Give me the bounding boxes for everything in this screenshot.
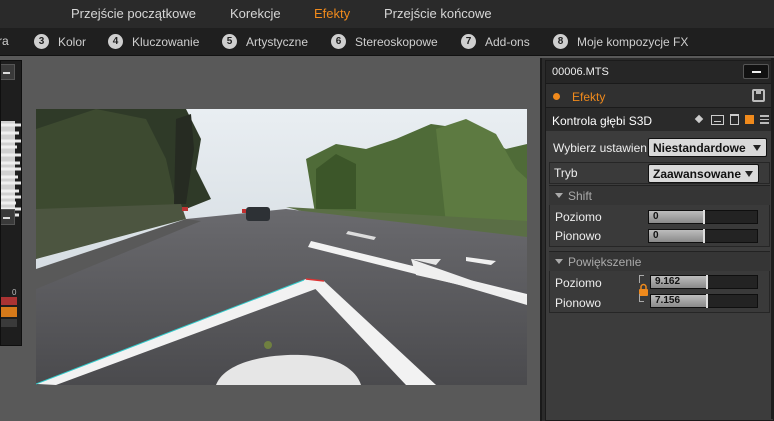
lock-bracket-top	[639, 275, 644, 283]
category-label: Stereoskopowe	[355, 34, 438, 49]
category-number-icon: 5	[222, 34, 237, 49]
slider-value: 0	[653, 230, 659, 241]
minimize-button[interactable]	[1, 64, 15, 80]
shift-title: Shift	[568, 189, 593, 203]
effect-actions	[694, 114, 769, 125]
category-item-my-fx[interactable]: 8 Moje kompozycje FX	[553, 34, 688, 49]
tab-outro-transition[interactable]: Przejście końcowe	[384, 6, 492, 21]
zoom-horizontal-slider[interactable]: 9.162	[650, 275, 758, 289]
category-label: ra	[0, 34, 9, 48]
active-dot-icon	[553, 93, 560, 100]
save-icon[interactable]	[752, 89, 765, 102]
effects-inspector-panel: 00006.MTS Efekty Kontrola głębi S3D Wybi…	[540, 58, 774, 421]
zoom-title: Powiększenie	[568, 255, 642, 269]
zoom-section-header[interactable]: Powiększenie	[549, 251, 770, 271]
category-number-icon: 3	[34, 34, 49, 49]
category-item-artistic[interactable]: 5 Artystyczne	[222, 34, 308, 49]
waveform-icon	[1, 85, 21, 257]
mode-value: Zaawansowane	[653, 167, 742, 181]
slider-handle[interactable]	[703, 229, 705, 243]
slider-handle[interactable]	[706, 294, 708, 308]
shift-horizontal-label: Poziomo	[555, 210, 602, 224]
enable-toggle-icon[interactable]	[745, 115, 754, 124]
slider-handle[interactable]	[706, 275, 708, 289]
preview-monitor-icon[interactable]	[711, 114, 724, 125]
inspector-content: 00006.MTS Efekty Kontrola głębi S3D Wybi…	[545, 60, 774, 421]
chevron-down-icon	[745, 171, 753, 177]
preset-value: Niestandardowe	[653, 141, 746, 155]
category-item-addons[interactable]: 7 Add-ons	[461, 34, 530, 49]
effects-header-row: Efekty	[546, 83, 773, 107]
category-label: Moje kompozycje FX	[577, 34, 689, 49]
effects-label: Efekty	[572, 90, 606, 104]
category-number-icon: 8	[553, 34, 568, 49]
minimize-button[interactable]	[743, 64, 769, 79]
category-item-stereoscopic[interactable]: 6 Stereoskopowe	[331, 34, 438, 49]
mode-label: Tryb	[554, 166, 578, 180]
category-number-icon: 4	[108, 34, 123, 49]
zoom-horizontal-label: Poziomo	[555, 276, 602, 290]
slider-value: 9.162	[655, 276, 681, 287]
top-tab-bar: Przejście początkowe Korekcje Efekty Prz…	[0, 0, 774, 28]
effects-editor: Przejście początkowe Korekcje Efekty Prz…	[0, 0, 774, 421]
effect-title-row: Kontrola głębi S3D	[546, 107, 773, 131]
category-number-icon: 7	[461, 34, 476, 49]
category-label: Kluczowanie	[132, 34, 200, 49]
road-scene-image	[36, 109, 527, 385]
category-item-partial[interactable]: ra	[0, 34, 9, 48]
minimize-button[interactable]	[1, 209, 15, 225]
zoom-vertical-slider[interactable]: 7.156	[650, 294, 758, 308]
slider-value: 0	[653, 211, 659, 222]
slider-value: 7.156	[655, 295, 681, 306]
tab-effects[interactable]: Efekty	[314, 6, 350, 21]
video-preview[interactable]	[36, 109, 527, 385]
shift-vertical-label: Pionowo	[555, 229, 602, 243]
shift-horizontal-slider[interactable]: 0	[648, 210, 758, 224]
lock-bracket-bottom	[639, 294, 644, 302]
tab-intro-transition[interactable]: Przejście początkowe	[71, 6, 196, 21]
shift-section-header[interactable]: Shift	[549, 185, 770, 205]
slider-handle[interactable]	[703, 210, 705, 224]
trash-icon[interactable]	[730, 114, 739, 125]
tab-corrections[interactable]: Korekcje	[230, 6, 281, 21]
category-label: Add-ons	[485, 34, 530, 49]
menu-icon[interactable]	[760, 115, 769, 124]
inspector-header: 00006.MTS	[546, 61, 773, 83]
effect-title: Kontrola głębi S3D	[552, 114, 653, 128]
mode-dropdown[interactable]: Zaawansowane	[648, 164, 759, 183]
triangle-down-icon	[555, 193, 563, 198]
chevron-down-icon	[753, 145, 761, 151]
clip-file-name: 00006.MTS	[552, 66, 609, 78]
category-item-color[interactable]: 3 Kolor	[34, 34, 86, 49]
triangle-down-icon	[555, 259, 563, 264]
category-label: Kolor	[58, 34, 87, 49]
effect-category-bar: ra 3 Kolor 4 Kluczowanie 5 Artystyczne 6 Ste…	[0, 28, 774, 56]
level-meter	[1, 297, 17, 327]
audio-panel-partial: 0	[0, 60, 22, 346]
shift-vertical-slider[interactable]: 0	[648, 229, 758, 243]
category-number-icon: 6	[331, 34, 346, 49]
preset-dropdown[interactable]: Niestandardowe	[648, 138, 767, 157]
category-label: Artystyczne	[246, 34, 309, 49]
keyframe-diamond-icon[interactable]	[694, 114, 705, 125]
category-item-keying[interactable]: 4 Kluczowanie	[108, 34, 199, 49]
meter-zero-label: 0	[12, 288, 17, 297]
zoom-vertical-label: Pionowo	[555, 296, 602, 310]
preset-label: Wybierz ustawien	[553, 141, 647, 155]
